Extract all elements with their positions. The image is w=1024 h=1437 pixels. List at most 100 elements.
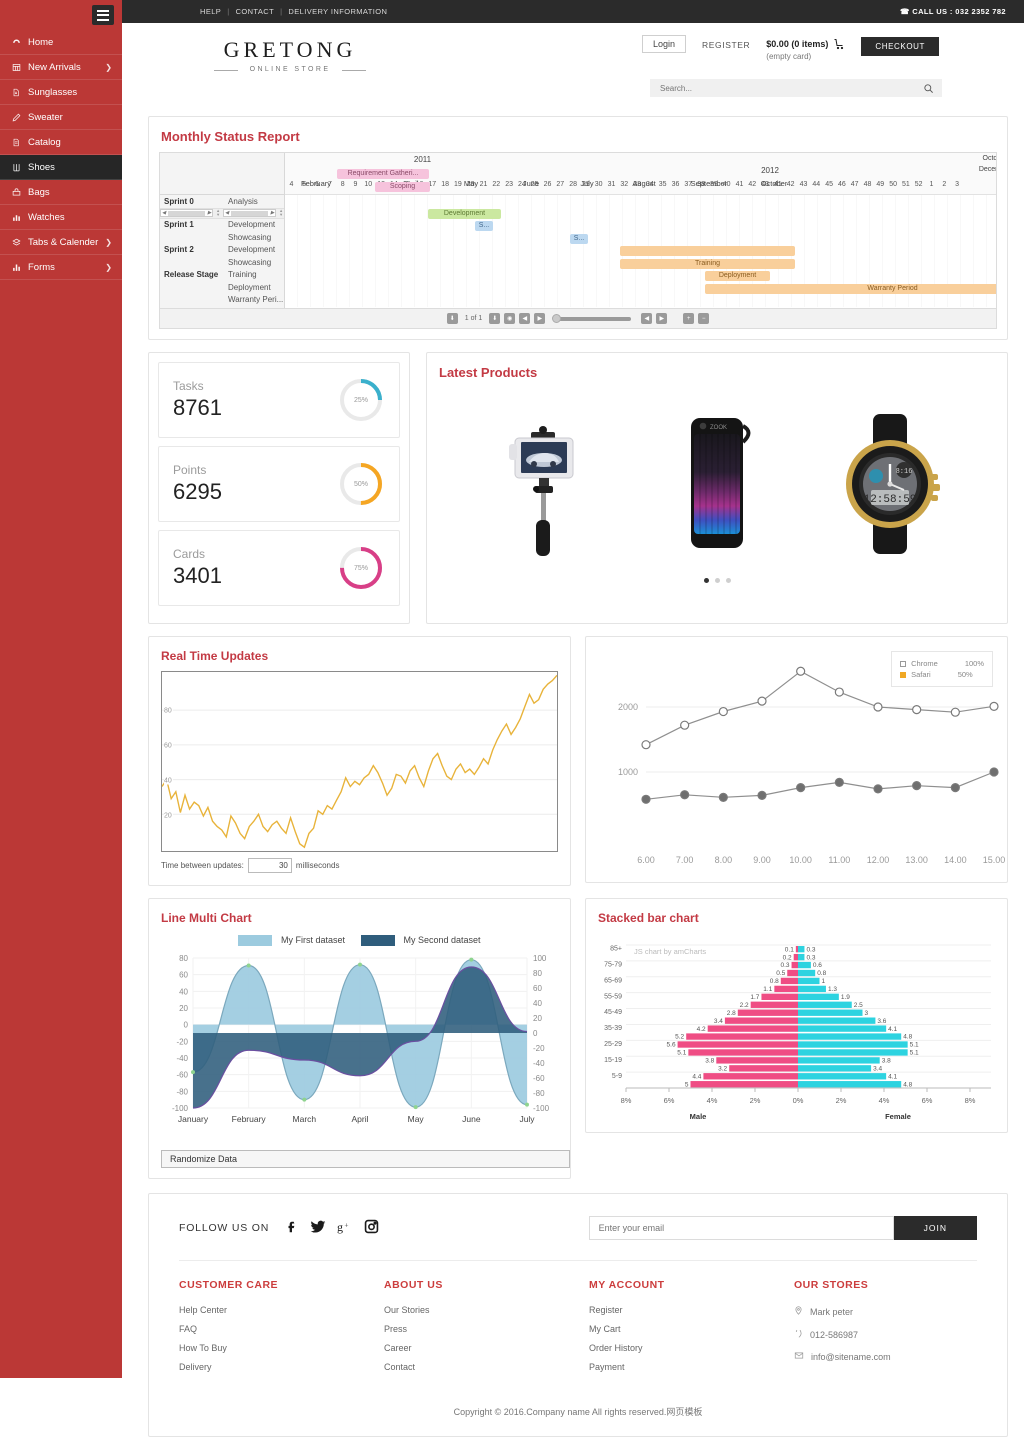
bluetooth-speaker-product[interactable]: ZOOK — [657, 408, 777, 558]
store-entry[interactable]: 012-586987 — [794, 1328, 977, 1341]
gantt-download-button[interactable]: ⬇ — [446, 313, 458, 324]
legend-item-chrome[interactable]: Chrome 100% — [900, 659, 984, 668]
gantt-row-task: Showcasing — [228, 257, 272, 267]
line-multi-legend[interactable]: My First dataset My Second dataset — [149, 935, 570, 947]
footer-link-register[interactable]: Register — [589, 1305, 794, 1315]
gantt-bars-area[interactable]: Requirement Gatheri... Scoping Development… — [285, 169, 996, 307]
carousel-dot-3[interactable] — [725, 578, 731, 583]
store-entry[interactable]: info@sitename.com — [794, 1351, 977, 1362]
footer-link-help-center[interactable]: Help Center — [179, 1305, 384, 1315]
gantt-bar[interactable]: Requirement Gatheri... — [337, 169, 429, 179]
search-bar[interactable] — [650, 79, 942, 97]
sidebar-item-catalog[interactable]: Catalog — [0, 130, 122, 155]
footer-link-payment[interactable]: Payment — [589, 1362, 794, 1372]
gantt-row[interactable]: Showcasing — [160, 231, 284, 244]
facebook-icon[interactable] — [285, 1219, 299, 1238]
gantt-spinner-left[interactable]: ▲ ▼ — [215, 209, 221, 217]
cart-icon[interactable] — [833, 38, 845, 50]
footer-link-faq[interactable]: FAQ — [179, 1324, 384, 1334]
checkout-button[interactable]: CHECKOUT — [861, 37, 940, 56]
google-plus-icon[interactable]: g + — [337, 1219, 353, 1238]
gantt-prev-button[interactable]: ◀ — [519, 313, 531, 324]
interval-input[interactable] — [247, 858, 292, 873]
gantt-spinner-right[interactable]: ▲ ▼ — [278, 209, 284, 217]
footer-link-career[interactable]: Career — [384, 1343, 589, 1353]
gantt-step-forward-button[interactable]: ▶ — [656, 313, 668, 324]
gantt-toolbar[interactable]: ⬇ 1 of 1 ⬇ ◉ ◀ ▶ ◀ ▶ + − — [160, 308, 996, 328]
gantt-row[interactable]: Sprint 0 Analysis — [160, 195, 284, 208]
footer-link-contact[interactable]: Contact — [384, 1362, 589, 1372]
gantt-timeline[interactable]: 2011 2012 October November December Janu… — [285, 153, 996, 308]
sidebar-item-shoes[interactable]: Shoes — [0, 155, 122, 180]
gantt-row[interactable]: Sprint 1 Development — [160, 219, 284, 232]
legend-item-safari[interactable]: Safari 50% — [900, 670, 984, 679]
footer-link-delivery[interactable]: Delivery — [179, 1362, 384, 1372]
gantt-row[interactable]: Deployment — [160, 281, 284, 294]
sidebar-item-new-arrivals[interactable]: New Arrivals ❯ — [0, 55, 122, 80]
gantt-bar[interactable]: S... — [570, 233, 588, 244]
gantt-zoom-in-button[interactable]: + — [683, 313, 695, 324]
gantt-bar[interactable]: S... — [475, 221, 493, 231]
newsletter-join-button[interactable]: JOIN — [893, 1216, 977, 1241]
search-input[interactable] — [658, 82, 923, 94]
footer-link-order-history[interactable]: Order History — [589, 1343, 794, 1353]
sidebar-item-sweater[interactable]: Sweater — [0, 105, 122, 130]
gantt-row[interactable]: Sprint 2 Development — [160, 244, 284, 257]
newsletter-email-input[interactable] — [588, 1216, 894, 1241]
gantt-next-button[interactable]: ▶ — [534, 313, 546, 324]
gantt-bar[interactable]: Deployment — [705, 271, 770, 281]
logo[interactable]: GRETONG ONLINE STORE — [200, 37, 380, 73]
footer-link-how-to-buy[interactable]: How To Buy — [179, 1343, 384, 1353]
topbar-link-contact[interactable]: CONTACT — [236, 7, 275, 16]
register-link[interactable]: REGISTER — [702, 40, 750, 50]
svg-text:February: February — [232, 1114, 267, 1124]
gantt-bar[interactable]: Warranty Period — [705, 283, 996, 294]
carousel-dots[interactable] — [427, 578, 1007, 597]
topbar-link-help[interactable]: HELP — [200, 7, 221, 16]
product-carousel[interactable]: ZOOK 12:58:59 8:16 — [427, 388, 1007, 578]
gantt-bar[interactable]: Development — [428, 208, 501, 219]
carousel-dot-2[interactable] — [714, 578, 720, 583]
gantt-bar[interactable] — [620, 246, 795, 256]
gantt-zoom-out-button[interactable]: − — [698, 313, 710, 324]
gantt-row[interactable]: Showcasing — [160, 256, 284, 269]
randomize-data-button[interactable]: Randomize Data — [161, 1150, 570, 1169]
footer-link-our-stories[interactable]: Our Stories — [384, 1305, 589, 1315]
carousel-dot-1[interactable] — [703, 578, 709, 583]
legend-item-first-dataset[interactable]: My First dataset — [238, 935, 345, 947]
gantt-hscroll-left[interactable]: ◀ ▶ — [160, 209, 214, 217]
gantt-row[interactable]: Release Stage Training — [160, 269, 284, 282]
instagram-icon[interactable] — [364, 1219, 379, 1237]
gantt-print-button[interactable]: ⬇ — [489, 313, 501, 324]
gantt-bar[interactable]: Training — [620, 258, 795, 269]
gantt-column-resizers[interactable]: ◀ ▶ ▲ ▼ ◀ ▶ ▲ ▼ — [160, 207, 284, 219]
sidebar-item-forms[interactable]: Forms ❯ — [0, 255, 122, 280]
topbar-link-delivery-information[interactable]: DELIVERY INFORMATION — [288, 7, 387, 16]
search-icon[interactable] — [923, 83, 934, 94]
wrist-watch-product[interactable]: 12:58:59 8:16 — [830, 408, 950, 558]
gantt-bar[interactable]: Scoping — [375, 182, 430, 192]
login-button[interactable]: Login — [642, 35, 687, 53]
sidebar-item-bags[interactable]: Bags — [0, 180, 122, 205]
selfie-stick-product[interactable] — [484, 408, 604, 558]
gantt-step-back-button[interactable]: ◀ — [641, 313, 653, 324]
gantt-zoom-knob[interactable] — [552, 313, 562, 323]
svg-text:0.8: 0.8 — [817, 970, 826, 977]
sidebar-item-home[interactable]: Home — [0, 30, 122, 55]
hamburger-icon[interactable] — [92, 5, 114, 25]
twitter-icon[interactable] — [310, 1219, 326, 1238]
gantt-hscroll-right[interactable]: ◀ ▶ — [223, 209, 277, 217]
sidebar-item-sunglasses[interactable]: Sunglasses — [0, 80, 122, 105]
gantt-row[interactable]: Warranty Peri... — [160, 294, 284, 307]
footer-link-my-cart[interactable]: My Cart — [589, 1324, 794, 1334]
sidebar-item-watches[interactable]: Watches — [0, 205, 122, 230]
sidebar-item-tabs-calender[interactable]: Tabs & Calender ❯ — [0, 230, 122, 255]
legend-item-second-dataset[interactable]: My Second dataset — [360, 935, 481, 947]
browser-legend[interactable]: Chrome 100% Safari 50% — [891, 651, 993, 687]
gantt-settings-icon[interactable]: ◉ — [504, 313, 516, 324]
gantt-chart[interactable]: Sprint 0 Analysis ◀ ▶ ▲ ▼ ◀ ▶ ▲ ▼ Sprint 1 Developm… — [159, 152, 997, 329]
gantt-zoom-slider[interactable] — [552, 313, 632, 323]
store-entry[interactable]: Mark peter — [794, 1305, 977, 1318]
footer-link-press[interactable]: Press — [384, 1324, 589, 1334]
cart-summary[interactable]: $0.00 (0 items) (empty card) — [766, 38, 845, 61]
